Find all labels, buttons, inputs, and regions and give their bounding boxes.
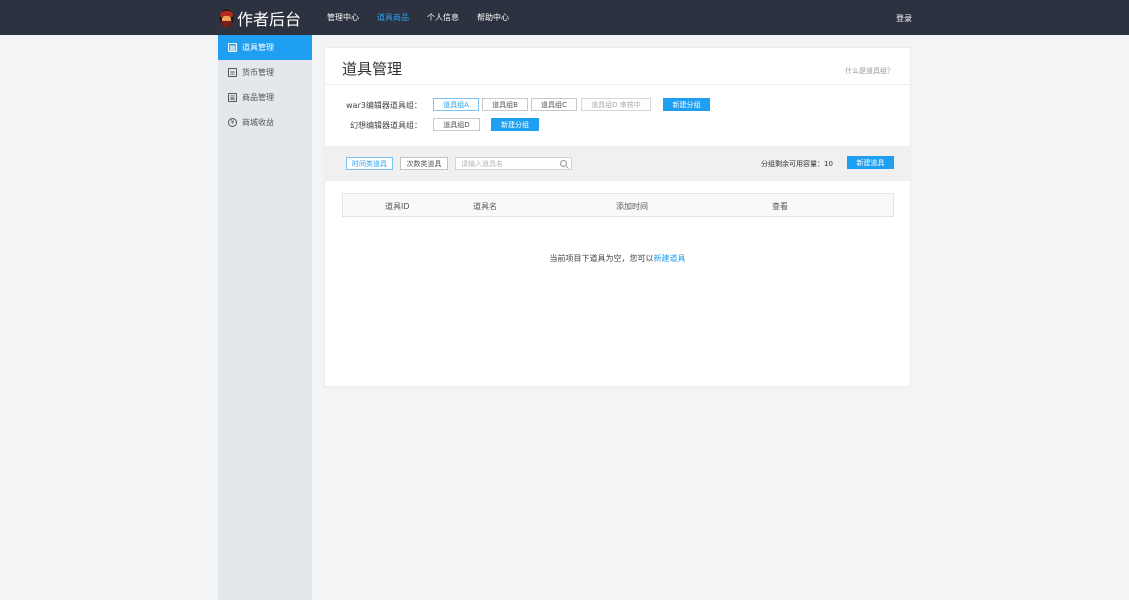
group-c-button[interactable]: 道具组C bbox=[531, 98, 577, 111]
group-b-button[interactable]: 道具组B bbox=[482, 98, 528, 111]
grid-icon: ▦ bbox=[228, 43, 237, 52]
sidebar-item-label: 道具管理 bbox=[242, 43, 274, 52]
sidebar-item-item-management[interactable]: ▦ 道具管理 bbox=[218, 35, 312, 60]
search-icon[interactable] bbox=[560, 160, 567, 167]
search-box bbox=[455, 157, 572, 170]
new-group-button[interactable]: 新建分组 bbox=[491, 118, 539, 131]
column-added-time: 添加时间 bbox=[616, 202, 648, 211]
nav-item-management-center[interactable]: 管理中心 bbox=[327, 12, 359, 23]
divider bbox=[325, 84, 910, 85]
column-item-id: 道具ID bbox=[385, 202, 410, 211]
count-item-filter[interactable]: 次数类道具 bbox=[400, 157, 448, 170]
group-a-button[interactable]: 道具组A bbox=[433, 98, 479, 111]
nav-item-item-products[interactable]: 道具商品 bbox=[377, 12, 409, 23]
new-group-button[interactable]: 新建分组 bbox=[663, 98, 710, 111]
page-title: 道具管理 bbox=[342, 60, 403, 78]
login-link[interactable]: 登录 bbox=[896, 13, 912, 24]
sidebar: ▦ 道具管理 ≡ 货币管理 ≣ 商品管理 ¥ 商城收益 bbox=[218, 35, 312, 600]
column-view: 查看 bbox=[772, 202, 788, 211]
empty-state-text: 当前项目下道具为空，您可以 bbox=[549, 254, 654, 263]
sidebar-item-label: 商城收益 bbox=[242, 118, 274, 127]
fantasy-group-label: 幻想编辑器道具组： bbox=[350, 121, 422, 130]
sidebar-item-label: 货币管理 bbox=[242, 68, 274, 77]
empty-state: 当前项目下道具为空，您可以新建道具 bbox=[325, 253, 910, 264]
what-is-item-group-link[interactable]: 什么是道具组？ bbox=[845, 66, 894, 76]
group-d-pending-button[interactable]: 道具组D 审核中 bbox=[581, 98, 651, 111]
nav-item-personal-info[interactable]: 个人信息 bbox=[427, 12, 459, 23]
group-d-button[interactable]: 道具组D bbox=[433, 118, 480, 131]
sidebar-item-label: 商品管理 bbox=[242, 93, 274, 102]
main-card: 道具管理 什么是道具组？ war3编辑器道具组： 道具组A 道具组B 道具组C … bbox=[324, 47, 911, 387]
card-icon: ≡ bbox=[228, 68, 237, 77]
remaining-capacity-text: 分组剩余可用容量：10 bbox=[761, 160, 833, 168]
main-nav: 管理中心 道具商品 个人信息 帮助中心 bbox=[327, 0, 527, 35]
sidebar-item-currency-management[interactable]: ≡ 货币管理 bbox=[218, 60, 312, 85]
logo[interactable]: 作者后台 bbox=[218, 6, 301, 30]
logo-text: 作者后台 bbox=[237, 10, 302, 29]
war3-group-label: war3编辑器道具组： bbox=[346, 101, 422, 110]
new-item-link[interactable]: 新建道具 bbox=[654, 254, 686, 263]
time-item-filter[interactable]: 时间类道具 bbox=[346, 157, 393, 170]
sidebar-item-product-management[interactable]: ≣ 商品管理 bbox=[218, 85, 312, 110]
nav-item-help-center[interactable]: 帮助中心 bbox=[477, 12, 509, 23]
document-icon: ≣ bbox=[228, 93, 237, 102]
column-item-name: 道具名 bbox=[473, 202, 497, 211]
items-table-header: 道具ID 道具名 添加时间 查看 bbox=[342, 193, 894, 217]
warrior-avatar-icon bbox=[218, 8, 235, 28]
filter-bar: 时间类道具 次数类道具 分组剩余可用容量：10 新建道具 bbox=[325, 146, 910, 181]
top-bar: 作者后台 管理中心 道具商品 个人信息 帮助中心 登录 bbox=[0, 0, 1129, 35]
search-input[interactable] bbox=[456, 158, 556, 169]
coin-icon: ¥ bbox=[228, 118, 237, 127]
sidebar-item-store-revenue[interactable]: ¥ 商城收益 bbox=[218, 110, 312, 135]
new-item-button[interactable]: 新建道具 bbox=[847, 156, 894, 169]
